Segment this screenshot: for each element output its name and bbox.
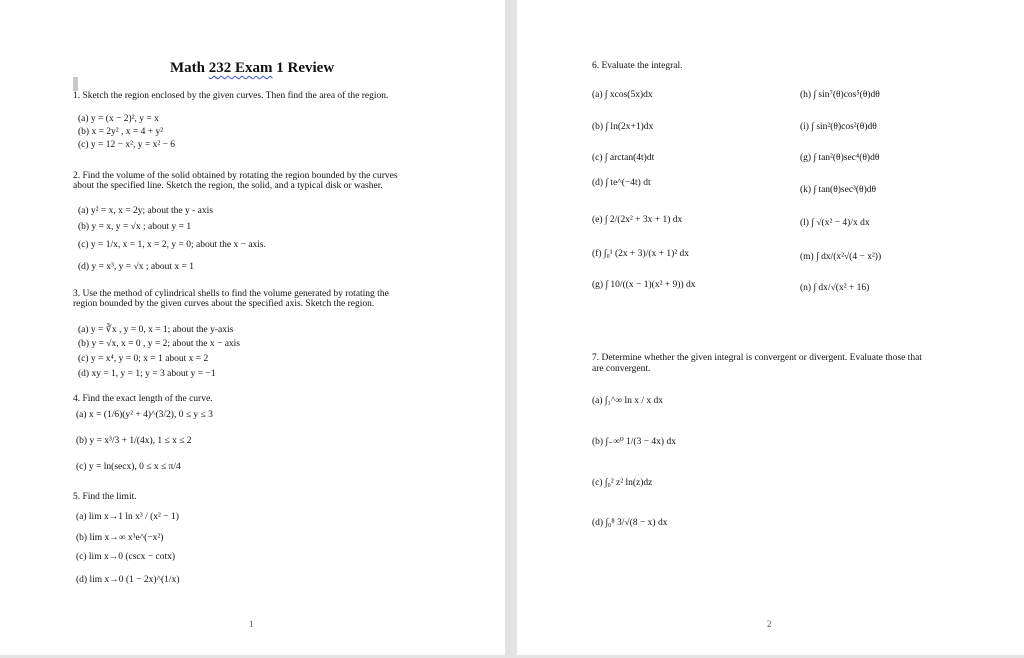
problem-6d: (d) ∫ te^(−4t) dt: [592, 178, 651, 188]
problem-2a: (a) y² = x, x = 2y; about the y - axis: [78, 206, 213, 216]
problem-5b: (b) lim x→∞ x³e^(−x²): [76, 533, 164, 543]
problem-7c: (c) ∫₀² z² ln(z)dz: [592, 478, 653, 488]
problem-6i: (i) ∫ sin²(θ)cos²(θ)dθ: [800, 122, 877, 132]
problem-7-prompt-line1: 7. Determine whether the given integral …: [592, 353, 922, 363]
problem-1c: (c) y = 12 − x², y = x² − 6: [78, 140, 176, 150]
problem-5d: (d) lim x→0 (1 − 2x)^(1/x): [76, 575, 180, 585]
problem-5c: (c) lim x→0 (cscx − cotx): [76, 552, 176, 562]
problem-1a: (a) y = (x − 2)², y = x: [78, 114, 159, 124]
problem-2-prompt-line1: 2. Find the volume of the solid obtained…: [73, 171, 398, 181]
problem-3c: (c) y = x⁴, y = 0; x = 1 about x = 2: [78, 354, 209, 364]
page-number-1: 1: [249, 619, 254, 629]
problem-1-prompt: 1. Sketch the region enclosed by the giv…: [73, 91, 389, 101]
problem-6a: (a) ∫ xcos(5x)dx: [592, 90, 653, 100]
problem-4-prompt: 4. Find the exact length of the curve.: [73, 394, 213, 404]
problem-3b: (b) y = √x, x = 0 , y = 2; about the x −…: [78, 339, 241, 349]
problem-3d: (d) xy = 1, y = 1; y = 3 about y = −1: [78, 369, 216, 379]
problem-1b: (b) x = 2y² , x = 4 + y²: [78, 127, 164, 137]
problem-6b: (b) ∫ ln(2x+1)dx: [592, 122, 654, 132]
problem-2b: (b) y = x, y = √x ; about y = 1: [78, 222, 192, 232]
problem-4b: (b) y = x³/3 + 1/(4x), 1 ≤ x ≤ 2: [76, 436, 192, 446]
problem-6h: (h) ∫ sin⁷(θ)cos⁵(θ)dθ: [800, 90, 880, 100]
problem-6l: (l) ∫ √(x² − 4)/x dx: [800, 218, 870, 228]
problem-3a: (a) y = ∛x , y = 0, x = 1; about the y-a…: [78, 325, 234, 335]
problem-6c: (c) ∫ arctan(4t)dt: [592, 153, 655, 163]
problem-5-prompt: 5. Find the limit.: [73, 492, 137, 502]
problem-6e: (e) ∫ 2/(2x² + 3x + 1) dx: [592, 215, 683, 225]
problem-3-prompt-line2: region bounded by the given curves about…: [73, 299, 375, 309]
document-page-1: Math 232 Exam 1 Review 1. Sketch the reg…: [0, 0, 505, 655]
problem-5a: (a) lim x→1 ln x³ / (x² − 1): [76, 512, 179, 522]
problem-2-prompt-line2: about the specified line. Sketch the reg…: [73, 181, 383, 191]
problem-7b: (b) ∫₋∞⁰ 1/(3 − 4x) dx: [592, 437, 676, 447]
problem-7-prompt-line2: are convergent.: [592, 364, 651, 374]
problem-6g: (g) ∫ 10/((x − 1)(x² + 9)) dx: [592, 280, 696, 290]
page-number-2: 2: [767, 619, 772, 629]
problem-4a: (a) x = (1/6)(y² + 4)^(3/2), 0 ≤ y ≤ 3: [76, 410, 213, 420]
problem-7d: (d) ∫₀⁸ 3/√(8 − x) dx: [592, 518, 668, 528]
problem-3-prompt-line1: 3. Use the method of cylindrical shells …: [73, 289, 389, 299]
problem-2c: (c) y = 1/x, x = 1, x = 2, y = 0; about …: [78, 240, 267, 250]
problem-6-prompt: 6. Evaluate the integral.: [592, 61, 683, 71]
problem-2d: (d) y = x³, y = √x ; about x = 1: [78, 262, 194, 272]
problem-6k: (k) ∫ tan(θ)sec³(θ)dθ: [800, 185, 877, 195]
problem-4c: (c) y = ln(secx), 0 ≤ x ≤ π/4: [76, 462, 181, 472]
problem-7a: (a) ∫₁^∞ ln x / x dx: [592, 396, 663, 406]
problem-6g-right: (g) ∫ tan²(θ)sec⁴(θ)dθ: [800, 153, 880, 163]
problem-6f: (f) ∫₀¹ (2x + 3)/(x + 1)² dx: [592, 249, 689, 259]
problem-6m: (m) ∫ dx/(x²√(4 − x²)): [800, 252, 882, 262]
document-page-2: 6. Evaluate the integral. (a) ∫ xcos(5x)…: [517, 0, 1024, 655]
text-cursor-marker: [73, 77, 78, 91]
spellcheck-underlined-word[interactable]: 232 Exam: [209, 60, 273, 76]
page-title: Math 232 Exam 1 Review: [170, 60, 335, 76]
problem-6n: (n) ∫ dx/√(x² + 16): [800, 283, 870, 293]
